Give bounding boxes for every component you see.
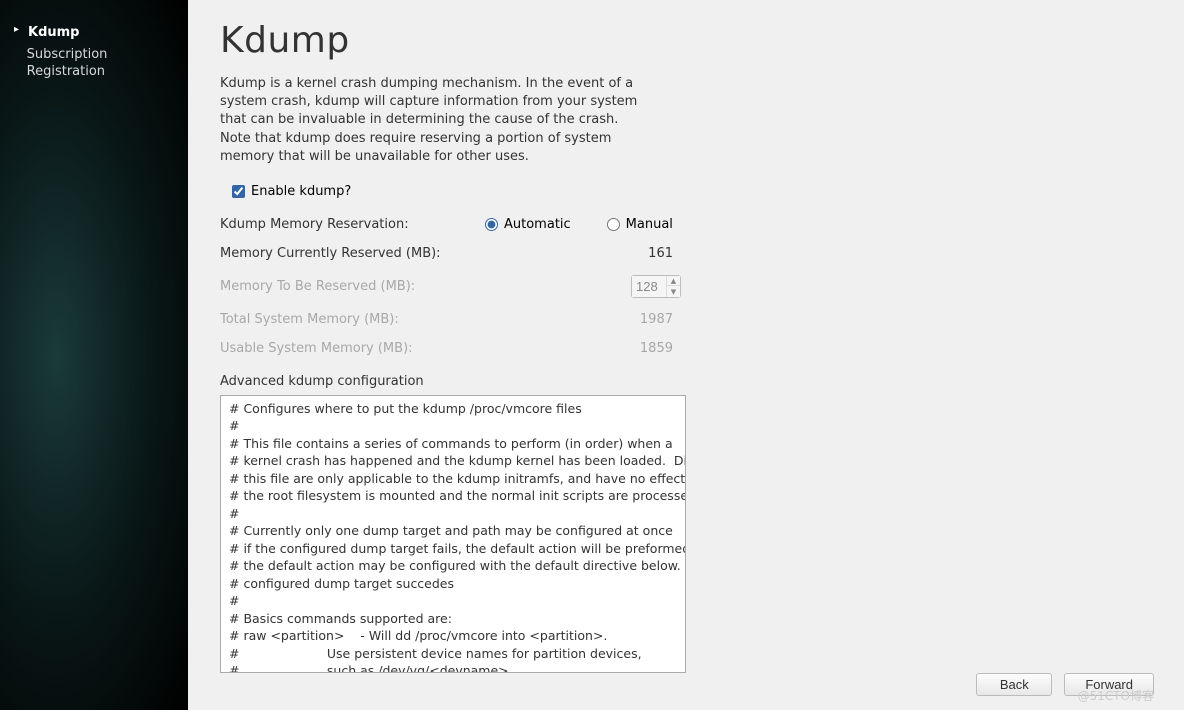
advanced-config-label: Advanced kdump configuration bbox=[220, 374, 1154, 389]
radio-manual-input[interactable] bbox=[607, 218, 620, 231]
sidebar: ▸ Kdump Subscription Registration bbox=[0, 0, 188, 710]
memory-current-label: Memory Currently Reserved (MB): bbox=[220, 246, 485, 261]
page-description: Kdump is a kernel crash dumping mechanis… bbox=[220, 75, 650, 166]
enable-kdump-checkbox[interactable] bbox=[232, 185, 245, 198]
memory-usable-value: 1859 bbox=[485, 341, 685, 356]
spinner-buttons: ▲ ▼ bbox=[666, 276, 680, 297]
radio-automatic-input[interactable] bbox=[485, 218, 498, 231]
memory-total-label: Total System Memory (MB): bbox=[220, 312, 485, 327]
spinner-down-icon: ▼ bbox=[667, 286, 680, 297]
radio-manual-label: Manual bbox=[626, 217, 673, 232]
back-button[interactable]: Back bbox=[976, 673, 1052, 696]
radio-automatic[interactable]: Automatic bbox=[485, 217, 571, 232]
memory-tobe-spinner-wrap: ▲ ▼ bbox=[485, 275, 685, 298]
reservation-radio-group: Automatic Manual bbox=[485, 217, 685, 232]
memory-tobe-spinner: ▲ ▼ bbox=[631, 275, 681, 298]
main-content: Kdump Kdump is a kernel crash dumping me… bbox=[188, 0, 1184, 710]
sidebar-item-label: Subscription Registration bbox=[27, 46, 174, 81]
radio-automatic-label: Automatic bbox=[504, 217, 571, 232]
memory-usable-label: Usable System Memory (MB): bbox=[220, 341, 485, 356]
memory-current-value: 161 bbox=[485, 246, 685, 261]
settings-grid: Kdump Memory Reservation: Automatic Manu… bbox=[220, 217, 1154, 356]
memory-tobe-label: Memory To Be Reserved (MB): bbox=[220, 279, 485, 294]
page-title: Kdump bbox=[220, 20, 1154, 61]
enable-kdump-label: Enable kdump? bbox=[251, 184, 351, 199]
radio-manual[interactable]: Manual bbox=[607, 217, 673, 232]
enable-kdump-row: Enable kdump? bbox=[220, 184, 1154, 199]
forward-button[interactable]: Forward bbox=[1064, 673, 1154, 696]
footer-buttons: Back Forward bbox=[976, 673, 1154, 696]
memory-total-value: 1987 bbox=[485, 312, 685, 327]
active-marker-icon: ▸ bbox=[14, 24, 28, 35]
sidebar-item-subscription[interactable]: Subscription Registration bbox=[14, 44, 174, 83]
sidebar-item-kdump[interactable]: ▸ Kdump bbox=[14, 22, 174, 44]
spinner-up-icon: ▲ bbox=[667, 276, 680, 287]
memory-tobe-input bbox=[632, 276, 666, 297]
reservation-label: Kdump Memory Reservation: bbox=[220, 217, 485, 232]
advanced-config-textarea[interactable] bbox=[220, 395, 686, 673]
sidebar-item-label: Kdump bbox=[28, 24, 80, 42]
